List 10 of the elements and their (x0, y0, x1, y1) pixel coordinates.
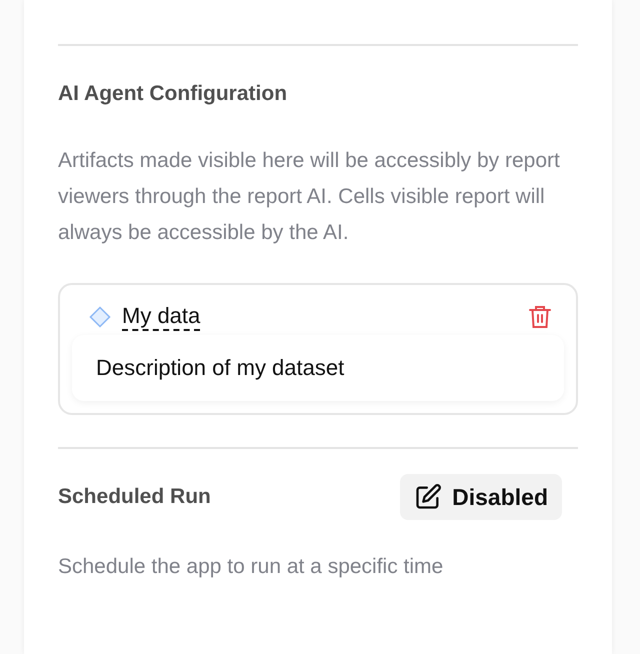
section-heading: AI Agent Configuration (58, 82, 288, 106)
schedule-button[interactable]: Disabled (400, 474, 562, 520)
section-description: Schedule the app to run at a specific time (58, 554, 444, 580)
section-heading: Scheduled Run (58, 485, 211, 509)
edit-icon (414, 483, 442, 511)
artifact-name[interactable]: My data (122, 303, 200, 331)
diamond-icon (89, 306, 111, 328)
section-description: Artifacts made visible here will be accessibly by report viewers through the report AI. Cells visible report will always be accessible by the AI. (58, 148, 561, 246)
trash-icon[interactable] (528, 304, 552, 330)
artifact-description-field[interactable]: Description of my dataset (72, 335, 564, 401)
